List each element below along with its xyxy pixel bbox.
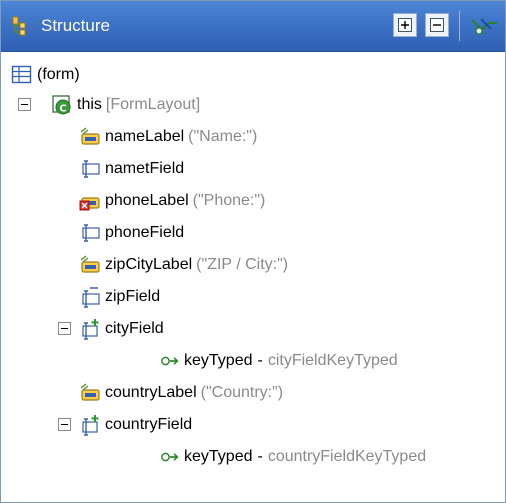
tree-item-label: countryField xyxy=(105,416,193,433)
tree-item-cityfield[interactable]: cityField xyxy=(79,315,164,343)
tree-item-label: zipField xyxy=(105,288,161,305)
tree-item-nametfield[interactable]: nametField xyxy=(79,155,184,183)
tree-item-namelabel[interactable]: nameLabel ("Name:") xyxy=(79,123,257,151)
tree-item-label: phoneField xyxy=(105,224,185,241)
tree-item-label: countryLabel xyxy=(105,384,197,401)
toolbar-separator xyxy=(459,11,460,41)
tree-item-zipfield[interactable]: zipField xyxy=(79,283,160,311)
event-handler-icon xyxy=(161,356,179,366)
tree-item-label: nametField xyxy=(105,160,185,177)
event-handler-icon xyxy=(161,452,179,462)
tree-item-handler: cityFieldKeyTyped xyxy=(267,352,398,369)
tree-item-label: nameLabel xyxy=(105,128,185,145)
separator-dash: - xyxy=(257,448,263,465)
label-error-icon xyxy=(79,197,100,211)
separator-dash: - xyxy=(257,352,263,369)
panel-title: Structure xyxy=(41,16,110,35)
tree-item-phonelabel[interactable]: phoneLabel ("Phone:") xyxy=(79,187,265,215)
tree-item-zipcitylabel[interactable]: zipCityLabel ("ZIP / City:") xyxy=(79,251,288,279)
tree-item-text: ("Country:") xyxy=(200,384,284,401)
tree-item-form[interactable]: (form) xyxy=(11,61,80,89)
tree-item-country-keytyped[interactable]: keyTyped - countryFieldKeyTyped xyxy=(160,443,426,471)
tree-item-label: cityField xyxy=(105,320,164,337)
tree-item-label: keyTyped xyxy=(184,448,253,465)
tree-item-text: ("ZIP / City:") xyxy=(196,256,289,273)
tree-item-label: this xyxy=(77,96,102,113)
tree-item-label: keyTyped xyxy=(184,352,253,369)
textfield-icon xyxy=(82,224,100,242)
tree-item-label: phoneLabel xyxy=(105,192,189,209)
structure-panel: Structure (form) C this [FormLayout] nam… xyxy=(0,0,506,503)
tree-item-this[interactable]: C this [FormLayout] xyxy=(51,91,200,119)
form-icon xyxy=(11,65,32,84)
collapse-icon xyxy=(430,18,444,32)
formatted-field-icon xyxy=(82,287,100,308)
collapse-all-button[interactable] xyxy=(425,13,449,37)
textfield-icon xyxy=(82,160,100,178)
panel-titlebar: Structure xyxy=(1,1,505,52)
tree-item-phonefield[interactable]: phoneField xyxy=(79,219,184,247)
tree-item-text: ("Name:") xyxy=(188,128,258,145)
collapse-toggle-cityfield[interactable] xyxy=(58,322,71,335)
collapse-toggle-countryfield[interactable] xyxy=(58,418,71,431)
expand-all-button[interactable] xyxy=(393,13,417,37)
label-icon xyxy=(80,383,100,401)
label-icon xyxy=(80,127,100,145)
tree-item-countryfield[interactable]: countryField xyxy=(79,411,192,439)
class-icon: C xyxy=(52,95,71,115)
textfield-event-icon xyxy=(82,319,99,340)
tree-item-countrylabel[interactable]: countryLabel ("Country:") xyxy=(79,379,283,407)
tree-item-text: ("Phone:") xyxy=(192,192,266,209)
label-icon xyxy=(80,255,100,273)
svg-text:C: C xyxy=(59,104,66,115)
tree-item-label: (form) xyxy=(37,66,80,83)
structure-icon xyxy=(12,16,26,36)
textfield-event-icon xyxy=(82,415,99,436)
tree-item-label: zipCityLabel xyxy=(105,256,193,273)
collapse-toggle-this[interactable] xyxy=(18,98,31,111)
expand-icon xyxy=(398,18,412,32)
tree-item-city-keytyped[interactable]: keyTyped - cityFieldKeyTyped xyxy=(160,347,398,375)
tree-item-handler: countryFieldKeyTyped xyxy=(267,448,427,465)
tree-item-layout: [FormLayout] xyxy=(105,96,201,113)
filter-button[interactable] xyxy=(469,13,499,39)
